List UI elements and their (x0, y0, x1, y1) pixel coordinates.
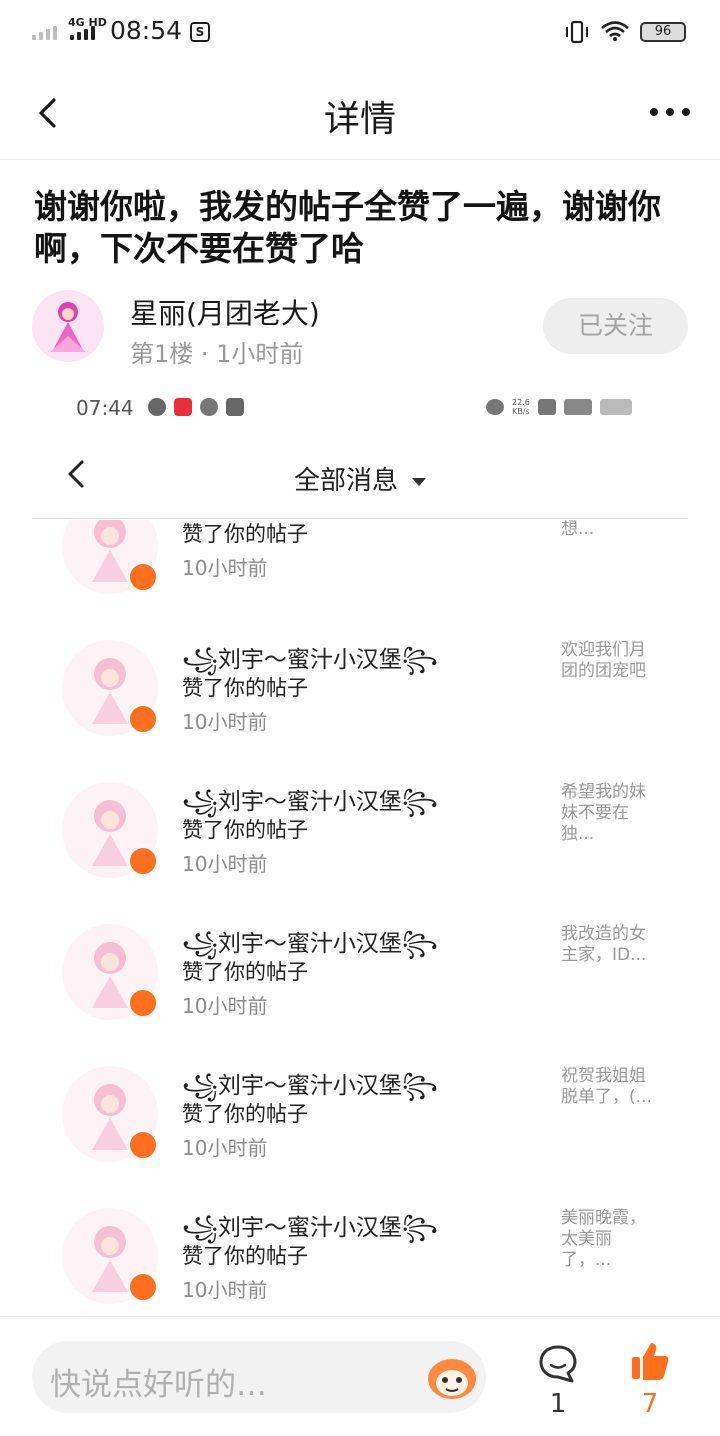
message-time: 10小时前 (182, 556, 268, 580)
5g-signal-icon (563, 399, 592, 415)
message-preview: 欢迎我们月团的团宠吧 (561, 640, 646, 681)
post-floor-time: 第1楼 · 1小时前 (130, 340, 304, 368)
embedded-title-text: 全部消息 (293, 466, 398, 496)
embedded-title: 全部消息 (0, 460, 720, 497)
embedded-status-time: 07:44 (76, 396, 134, 420)
message-item: ꧁刘宇～蜜汁小汉堡꧂ 赞了你的帖子 10小时前 美丽晚霞，太美丽了，... (0, 1208, 720, 1316)
page-title: 详情 (323, 99, 396, 140)
embedded-app-icons (148, 398, 244, 416)
video-app-icon (226, 398, 244, 416)
message-list: 赞了你的帖子 10小时前 好友啊，想... ꧁刘宇～蜜汁小汉堡꧂ 赞了你的帖子 … (0, 520, 720, 1316)
message-item: ꧁刘宇～蜜汁小汉堡꧂ 赞了你的帖子 10小时前 欢迎我们月团的团宠吧 (0, 640, 720, 782)
comment-icon[interactable] (538, 1343, 578, 1385)
wechat-icon (148, 398, 166, 416)
message-item: ꧁刘宇～蜜汁小汉堡꧂ 赞了你的帖子 10小时前 祝贺我姐姐脱单了，(... (0, 1066, 720, 1208)
post-title: 谢谢你啦，我发的帖子全赞了一遍，谢谢你啊，下次不要在赞了哈 (34, 187, 661, 268)
wifi-icon (601, 21, 629, 41)
embedded-status-bar: 07:44 22.6 KB/s (0, 380, 720, 436)
message-item: ꧁刘宇～蜜汁小汉堡꧂ 赞了你的帖子 10小时前 希望我的妹妹不要在独... (0, 782, 720, 924)
header-bar: 详情 (0, 66, 720, 160)
status-bar: 4G HD 08:54 S 96 (0, 0, 720, 66)
message-time: 10小时前 (182, 994, 268, 1018)
message-action: 赞了你的帖子 (182, 676, 308, 700)
like-badge-icon (128, 846, 158, 876)
network-speed: 22.6 KB/s (512, 398, 530, 416)
like-count: 7 (641, 1389, 659, 1419)
message-preview: 好友啊，想... (561, 520, 595, 539)
like-badge-icon (128, 704, 158, 734)
message-action: 赞了你的帖子 (182, 960, 308, 984)
comment-count: 1 (549, 1389, 567, 1419)
avatar-image (33, 291, 103, 361)
comment-input[interactable]: 快说点好听的… (32, 1341, 486, 1413)
embedded-status-right: 22.6 KB/s (486, 398, 632, 416)
message-action: 赞了你的帖子 (182, 1102, 308, 1126)
message-preview: 希望我的妹妹不要在独... (561, 782, 646, 844)
author-avatar[interactable] (32, 290, 104, 362)
alarm-icon (486, 399, 504, 415)
embedded-divider (32, 518, 688, 519)
mascot-emoji-icon[interactable] (426, 1353, 478, 1401)
vibrate-icon (566, 20, 588, 44)
comment-placeholder: 快说点好听的… (50, 1367, 267, 1403)
message-item: 赞了你的帖子 10小时前 好友啊，想... (0, 520, 720, 640)
author-name[interactable]: 星丽(月团老大) (130, 292, 320, 332)
battery-indicator: 96 (640, 22, 686, 42)
app-icon-link (200, 398, 218, 416)
app-icon-red (174, 398, 192, 416)
status-time: 08:54 (110, 16, 183, 45)
message-action: 赞了你的帖子 (182, 818, 308, 842)
embedded-battery-icon (599, 399, 632, 415)
like-badge-icon (128, 1130, 158, 1160)
message-time: 10小时前 (182, 710, 268, 734)
message-preview: 我改造的女主家，ID... (561, 924, 647, 965)
message-preview: 祝贺我姐姐脱单了，(... (561, 1066, 652, 1107)
embedded-header: 全部消息 (0, 440, 720, 518)
more-dots-icon[interactable] (648, 106, 692, 118)
message-time: 10小时前 (182, 1278, 268, 1302)
like-thumb-icon[interactable] (630, 1341, 670, 1383)
follow-button[interactable]: 已关注 (543, 298, 688, 354)
message-preview: 美丽晚霞，太美丽了，... (561, 1208, 646, 1270)
embedded-screenshot: 07:44 22.6 KB/s 全部消息 赞了你的帖子 10小时前 想... ꧁… (0, 380, 720, 1316)
message-item: ꧁刘宇～蜜汁小汉堡꧂ 赞了你的帖子 10小时前 我改造的女主家，ID... (0, 924, 720, 1066)
like-badge-icon (128, 988, 158, 1018)
like-badge-icon (128, 1272, 158, 1302)
message-time: 10小时前 (182, 1136, 268, 1160)
s-notification-icon: S (190, 22, 210, 42)
bottom-action-bar: 快说点好听的… 1 7 (0, 1316, 720, 1436)
signal-sim2-icon (70, 26, 95, 40)
dropdown-caret-icon (412, 477, 426, 486)
message-time: 10小时前 (182, 852, 268, 876)
signal-sim1-icon (32, 26, 57, 40)
like-badge-icon (128, 562, 158, 592)
message-action: 赞了你的帖子 (182, 1244, 308, 1268)
message-action: 赞了你的帖子 (182, 522, 308, 546)
hd-icon (537, 399, 556, 415)
